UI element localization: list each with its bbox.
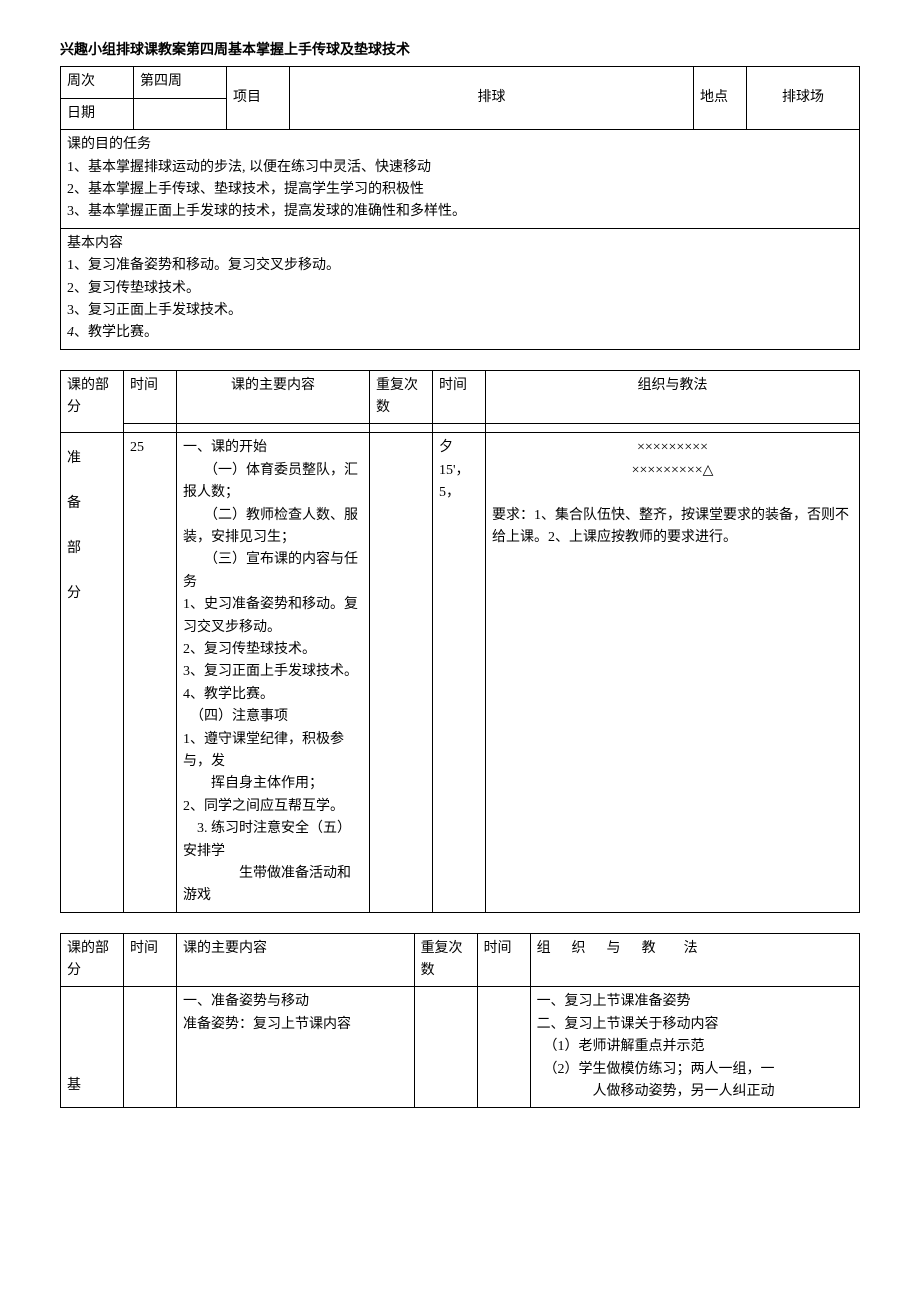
date-value	[134, 98, 227, 129]
objectives-cell: 课的目的任务 1、基本掌握排球运动的步法, 以便在练习中灵活、快速移动 2、基本…	[61, 130, 860, 229]
document-title: 兴趣小组排球课教案第四周基本掌握上手传球及垫球技术	[60, 40, 860, 62]
col-repeat: 重复次数	[369, 370, 432, 424]
empty-cell	[485, 424, 859, 433]
org-cell: ××××××××× ×××××××××△ 要求：1、集合队伍快、整齐，按课堂要求…	[485, 433, 859, 912]
col-time2: 时间	[477, 933, 530, 987]
main-content-cell: 一、准备姿势与移动 准备姿势：复习上节课内容	[177, 987, 415, 1108]
content-item: 4、教学比赛。	[67, 322, 853, 344]
col-org: 组织与教法	[485, 370, 859, 424]
col-org: 组织与教法	[530, 933, 859, 987]
header-table: 周次 第四周 项目 排球 地点 排球场 日期 课的目的任务 1、基本掌握排球运动…	[60, 66, 860, 349]
col-time: 时间	[124, 933, 177, 987]
part-char: 分	[67, 572, 117, 617]
formation-line: ×××××××××△	[492, 460, 853, 482]
part-char: 备	[67, 482, 117, 527]
time-cell	[124, 987, 177, 1108]
content-heading: 基本内容	[67, 233, 853, 255]
content-cell: 基本内容 1、复习准备姿势和移动。复习交叉步移动。 2、复习传垫球技术。 3、复…	[61, 228, 860, 349]
col-part: 课的部分	[61, 933, 124, 987]
repeat-cell	[369, 433, 432, 912]
time2-val: 5，	[439, 482, 479, 504]
subject-label: 项目	[227, 67, 290, 130]
week-value: 第四周	[134, 67, 227, 98]
formation-line: ×××××××××	[492, 437, 853, 459]
empty-cell	[432, 424, 485, 433]
date-label: 日期	[61, 98, 134, 129]
time2-cell	[477, 987, 530, 1108]
location-value: 排球场	[747, 67, 860, 130]
week-label: 周次	[61, 67, 134, 98]
schedule-table-2: 课的部分 时间 课的主要内容 重复次数 时间 组织与教法 基 一、准备姿势与移动…	[60, 933, 860, 1109]
col-repeat: 重复次数	[414, 933, 477, 987]
org-requirement: 要求：1、集合队伍快、整齐，按课堂要求的装备，否则不给上课。2、上课应按教师的要…	[492, 505, 853, 550]
time-value: 25	[124, 433, 177, 912]
location-label: 地点	[694, 67, 747, 130]
content-item: 1、复习准备姿势和移动。复习交叉步移动。	[67, 255, 853, 277]
col-main: 课的主要内容	[177, 370, 370, 424]
empty-cell	[369, 424, 432, 433]
objectives-heading: 课的目的任务	[67, 134, 853, 156]
time2-val: 夕	[439, 437, 479, 459]
objectives-item: 1、基本掌握排球运动的步法, 以便在练习中灵活、快速移动	[67, 157, 853, 179]
empty-cell	[177, 424, 370, 433]
col-part: 课的部分	[61, 370, 124, 433]
content-item: 2、复习传垫球技术。	[67, 278, 853, 300]
part-label-cell: 基	[61, 987, 124, 1108]
col-time2: 时间	[432, 370, 485, 424]
part-label-cell: 准 备 部 分	[61, 433, 124, 912]
org-cell: 一、复习上节课准备姿势 二、复习上节课关于移动内容 （1）老师讲解重点并示范 （…	[530, 987, 859, 1108]
empty-cell	[124, 424, 177, 433]
repeat-cell	[414, 987, 477, 1108]
col-time: 时间	[124, 370, 177, 424]
subject-value: 排球	[290, 67, 694, 130]
part-char: 准	[67, 437, 117, 482]
content-item: 3、复习正面上手发球技术。	[67, 300, 853, 322]
schedule-table-1: 课的部分 时间 课的主要内容 重复次数 时间 组织与教法 准 备 部 分 25 …	[60, 370, 860, 913]
objectives-item: 2、基本掌握上手传球、垫球技术，提高学生学习的积极性	[67, 179, 853, 201]
time2-val: 15'，	[439, 460, 479, 482]
main-content-cell: 一、课的开始 （一）体育委员整队，汇报人数； （二）教师检查人数、服装，安排见习…	[177, 433, 370, 912]
col-main: 课的主要内容	[177, 933, 415, 987]
time2-cell: 夕 15'， 5，	[432, 433, 485, 912]
part-char: 部	[67, 527, 117, 572]
objectives-item: 3、基本掌握正面上手发球的技术，提高发球的准确性和多样性。	[67, 201, 853, 223]
